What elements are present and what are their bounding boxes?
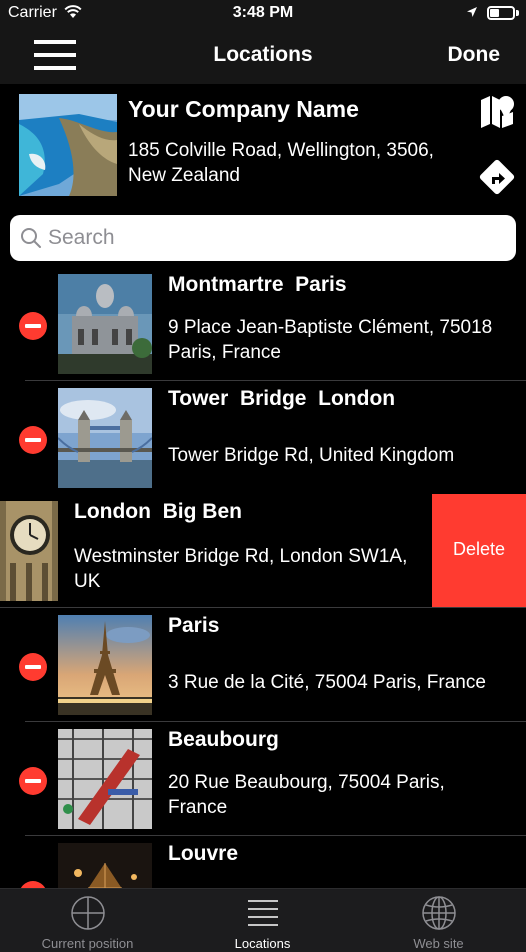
- done-button[interactable]: Done: [448, 43, 501, 67]
- location-photo: [0, 501, 58, 601]
- location-address: Westminster Bridge Rd, London SW1A, UK: [74, 546, 408, 592]
- location-address: Tower Bridge Rd, United Kingdom: [168, 445, 455, 466]
- tab-current-position[interactable]: Current position: [0, 889, 175, 952]
- location-photo: [58, 843, 152, 888]
- location-row-tower-bridge[interactable]: Tower Bridge London Tower Bridge Rd, Uni…: [0, 381, 526, 495]
- location-arrow-icon: [467, 7, 477, 17]
- location-photo: [58, 615, 152, 715]
- company-header: Your Company Name 185 Colville Road, Wel…: [0, 84, 526, 206]
- delete-label: Delete: [452, 539, 506, 559]
- delete-minus-button[interactable]: [19, 426, 47, 454]
- location-name: Montmartre Paris: [168, 273, 347, 296]
- battery-icon: [487, 6, 515, 20]
- delete-minus-button[interactable]: [19, 653, 47, 681]
- location-row-beaubourg[interactable]: Beaubourg 20 Rue Beaubourg, 75004 Paris,…: [0, 722, 526, 836]
- location-address: 9 Place Jean-Baptiste Clément, 75018 Par…: [168, 317, 493, 363]
- location-row-big-ben[interactable]: London Big Ben Westminster Bridge Rd, Lo…: [0, 494, 526, 608]
- location-name: Louvre: [168, 842, 239, 865]
- tab-label: Current position: [41, 936, 134, 951]
- battery-tip: [516, 10, 519, 16]
- company-name: Your Company Name: [128, 96, 359, 122]
- map-icon[interactable]: [478, 94, 516, 130]
- navigation-bar: Locations Done: [0, 28, 526, 84]
- globe-icon: [421, 896, 456, 930]
- status-time: 3:48 PM: [232, 4, 294, 21]
- directions-icon[interactable]: [478, 158, 516, 196]
- tab-bar: Current position Locations Web site: [0, 888, 526, 952]
- location-name: Tower Bridge London: [168, 387, 396, 410]
- location-name: London Big Ben: [74, 500, 242, 523]
- location-photo: [58, 729, 152, 829]
- location-row-montmartre[interactable]: Montmartre Paris 9 Place Jean-Baptiste C…: [0, 267, 526, 381]
- location-address: 20 Rue Beaubourg, 75004 Paris, France: [168, 772, 445, 818]
- delete-minus-button[interactable]: [19, 767, 47, 795]
- company-photo: [19, 94, 117, 196]
- search-bar: [10, 215, 516, 261]
- company-address: 185 Colville Road, Wellington, 3506, New…: [128, 140, 434, 186]
- list-icon: [247, 900, 278, 926]
- delete-minus-button[interactable]: [19, 312, 47, 340]
- location-name: Beaubourg: [168, 728, 279, 751]
- location-photo: [58, 388, 152, 488]
- status-bar: Carrier 3:48 PM: [0, 0, 526, 28]
- location-row-paris[interactable]: Paris 3 Rue de la Cité, 75004 Paris, Fra…: [0, 608, 526, 722]
- location-name: Paris: [168, 614, 220, 637]
- location-row-louvre[interactable]: Louvre: [0, 836, 526, 888]
- locations-list: Montmartre Paris 9 Place Jean-Baptiste C…: [0, 267, 526, 888]
- tab-locations[interactable]: Locations: [175, 889, 350, 952]
- location-address: 3 Rue de la Cité, 75004 Paris, France: [168, 672, 486, 693]
- crosshair-icon: [70, 896, 105, 930]
- location-photo: [58, 274, 152, 374]
- search-input[interactable]: [48, 221, 498, 255]
- delete-minus-button[interactable]: [19, 881, 47, 888]
- tab-web-site[interactable]: Web site: [351, 889, 526, 952]
- delete-button[interactable]: Delete: [432, 494, 526, 607]
- tab-label: Locations: [234, 936, 291, 951]
- tab-label: Web site: [413, 936, 464, 951]
- search-icon: [21, 228, 41, 248]
